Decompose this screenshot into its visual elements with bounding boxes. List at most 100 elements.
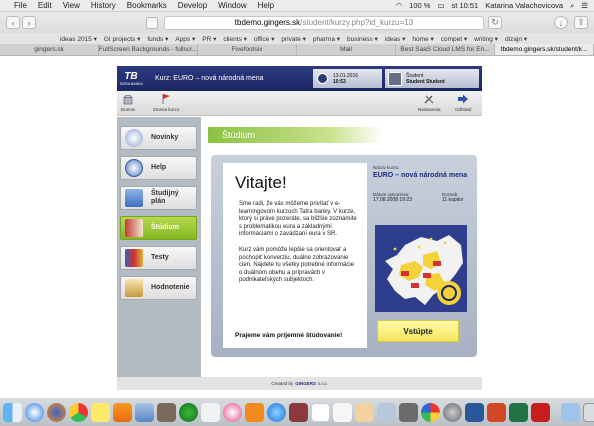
menu-develop[interactable]: Develop (178, 1, 207, 10)
system-preferences-icon[interactable] (443, 402, 462, 422)
tab-mail[interactable]: Mail (297, 44, 396, 55)
bookmark-folder[interactable]: business ▾ (347, 35, 378, 43)
sidebar-item-label: Help (151, 164, 167, 171)
finder-icon[interactable] (3, 402, 22, 422)
bookmark-folder[interactable]: home ▾ (412, 35, 433, 43)
user-box: Študent Student Student (385, 69, 479, 88)
notes-icon[interactable] (201, 402, 220, 422)
course-name-label: Názov kurzu: (373, 165, 400, 170)
sidebar-toggle-icon[interactable] (146, 16, 158, 29)
user-name[interactable]: Katarina Valachovicova (485, 1, 563, 10)
tab-tbdemo[interactable]: tbdemo.gingers.sk/student/k... (495, 44, 594, 55)
pages-icon[interactable] (355, 402, 374, 422)
menu-view[interactable]: View (63, 1, 80, 10)
downloads-folder-icon[interactable] (561, 402, 580, 422)
share-icon[interactable]: ⇪ (574, 16, 588, 29)
download-icon[interactable]: ↓ (554, 16, 568, 29)
change-course-button[interactable]: Zmena kurzu (153, 93, 179, 112)
trash-icon[interactable] (583, 402, 594, 422)
tab-gingers[interactable]: gingers.sk (0, 44, 99, 55)
menu-window[interactable]: Window (218, 1, 246, 10)
sidebar-item-hodnotenie[interactable]: Hodnotenie (120, 276, 197, 300)
browser-toolbar: ‹ › tbdemo.gingers.sk/student/kurzy.php?… (0, 12, 594, 33)
footer-brand-link[interactable]: GINGERS (295, 381, 316, 386)
welcome-heading: Vitajte! (235, 173, 287, 192)
browser-tabs: gingers.sk FullScreen Backgrounds - full… (0, 44, 594, 56)
change-course-label: Zmena kurzu (153, 107, 180, 112)
tab-fullscreen-backgrounds[interactable]: FullScreen Backgrounds - fullscr... (99, 44, 198, 55)
address-bar[interactable]: tbdemo.gingers.sk/student/kurzy.php?id_k… (164, 15, 484, 30)
bookmark-folder[interactable]: PR ▾ (202, 35, 216, 43)
arrow-right-icon (458, 94, 469, 104)
reload-icon[interactable]: ↻ (488, 16, 502, 29)
menu-file[interactable]: File (14, 1, 27, 10)
mail-icon[interactable] (135, 402, 154, 422)
forward-button[interactable]: › (22, 16, 36, 29)
sidebar-item-studium[interactable]: Štúdium (120, 216, 197, 240)
photos-icon[interactable] (157, 402, 176, 422)
bookmark-folder[interactable]: dizajn ▾ (505, 35, 527, 43)
settings-button[interactable]: Nastavenia (418, 93, 441, 112)
current-time: 10:53 (333, 78, 346, 85)
ibooks-icon[interactable] (245, 402, 264, 422)
menu-edit[interactable]: Edit (38, 1, 52, 10)
excel-icon[interactable] (509, 402, 528, 422)
bookmark-folder[interactable]: Apps ▾ (175, 35, 195, 43)
wifi-icon[interactable]: ◠ (396, 1, 403, 10)
preview-icon[interactable] (377, 402, 396, 422)
chevron-right-icon: › (27, 17, 31, 28)
sidebar-item-studijny-plan[interactable]: Študijný plán (120, 186, 197, 210)
tab-fivefootsix[interactable]: Fivefootsix (198, 44, 297, 55)
tab-saas-lms[interactable]: Best SaaS Cloud LMS for En... (396, 44, 495, 55)
menu-help[interactable]: Help (258, 1, 274, 10)
bookmark-folder[interactable]: ideas 2015 ▾ (60, 35, 97, 43)
scales-icon (125, 279, 143, 297)
dictionary-icon[interactable] (289, 402, 308, 422)
avatar (388, 71, 402, 86)
bookmark-folder[interactable]: private ▾ (281, 35, 306, 43)
chevron-left-icon: ‹ (11, 17, 15, 28)
logout-button[interactable]: Odhlásiť (455, 93, 472, 112)
sidebar-item-help[interactable]: Help (120, 156, 197, 180)
back-button[interactable]: ‹ (6, 16, 20, 29)
home-button[interactable]: Domov (121, 93, 135, 112)
chrome-icon[interactable] (69, 402, 88, 422)
image-capture-icon[interactable] (399, 402, 418, 422)
url-path: /student/kurzy.php?id_kurzu=13 (300, 18, 414, 27)
menu-history[interactable]: History (91, 1, 116, 10)
bookmark-folder[interactable]: writing ▾ (474, 35, 498, 43)
calendar-icon[interactable] (311, 402, 330, 422)
enter-course-button[interactable]: Vstúpte (377, 320, 459, 342)
bookmark-folder[interactable]: compet ▾ (441, 35, 467, 43)
list-icon[interactable]: ☰ (581, 1, 588, 10)
tatra-banka-logo[interactable]: TB TATRA BANKA (117, 66, 145, 91)
battery-level[interactable]: 100 % (409, 1, 430, 10)
sidebar-item-testy[interactable]: Testy (120, 246, 197, 270)
bookmark-folder[interactable]: office ▾ (254, 35, 275, 43)
word-icon[interactable] (465, 402, 484, 422)
bookmark-folder[interactable]: funds ▾ (147, 35, 168, 43)
search-icon[interactable]: ⌕ (570, 1, 574, 11)
photo-booth-icon[interactable] (421, 402, 440, 422)
created-value: 17.08.2008 19:23 (373, 197, 412, 203)
stickies-icon[interactable] (91, 402, 110, 422)
page-footer: Created by GINGERS s.r.o. (117, 377, 482, 390)
clock[interactable]: st 10:51 (452, 1, 479, 10)
safari-icon[interactable] (25, 402, 44, 422)
clock-icon (317, 73, 328, 84)
document-icon[interactable] (333, 402, 352, 422)
app-store-icon[interactable] (267, 402, 286, 422)
flash-icon[interactable] (531, 402, 550, 422)
bookmark-folder[interactable]: ideas ▾ (385, 35, 406, 43)
powerpoint-icon[interactable] (487, 402, 506, 422)
bookmark-folder[interactable]: GI projects ▾ (104, 35, 141, 43)
firefox-icon[interactable] (47, 402, 66, 422)
sidebar-item-novinky[interactable]: Novinky (120, 126, 197, 150)
itunes-icon[interactable] (223, 402, 242, 422)
time-machine-icon[interactable] (179, 402, 198, 422)
bookmark-folder[interactable]: pharma ▾ (313, 35, 340, 43)
euro-map-image (375, 225, 467, 312)
vlc-icon[interactable] (113, 402, 132, 422)
menu-bookmarks[interactable]: Bookmarks (127, 1, 167, 10)
bookmark-folder[interactable]: clients ▾ (223, 35, 247, 43)
